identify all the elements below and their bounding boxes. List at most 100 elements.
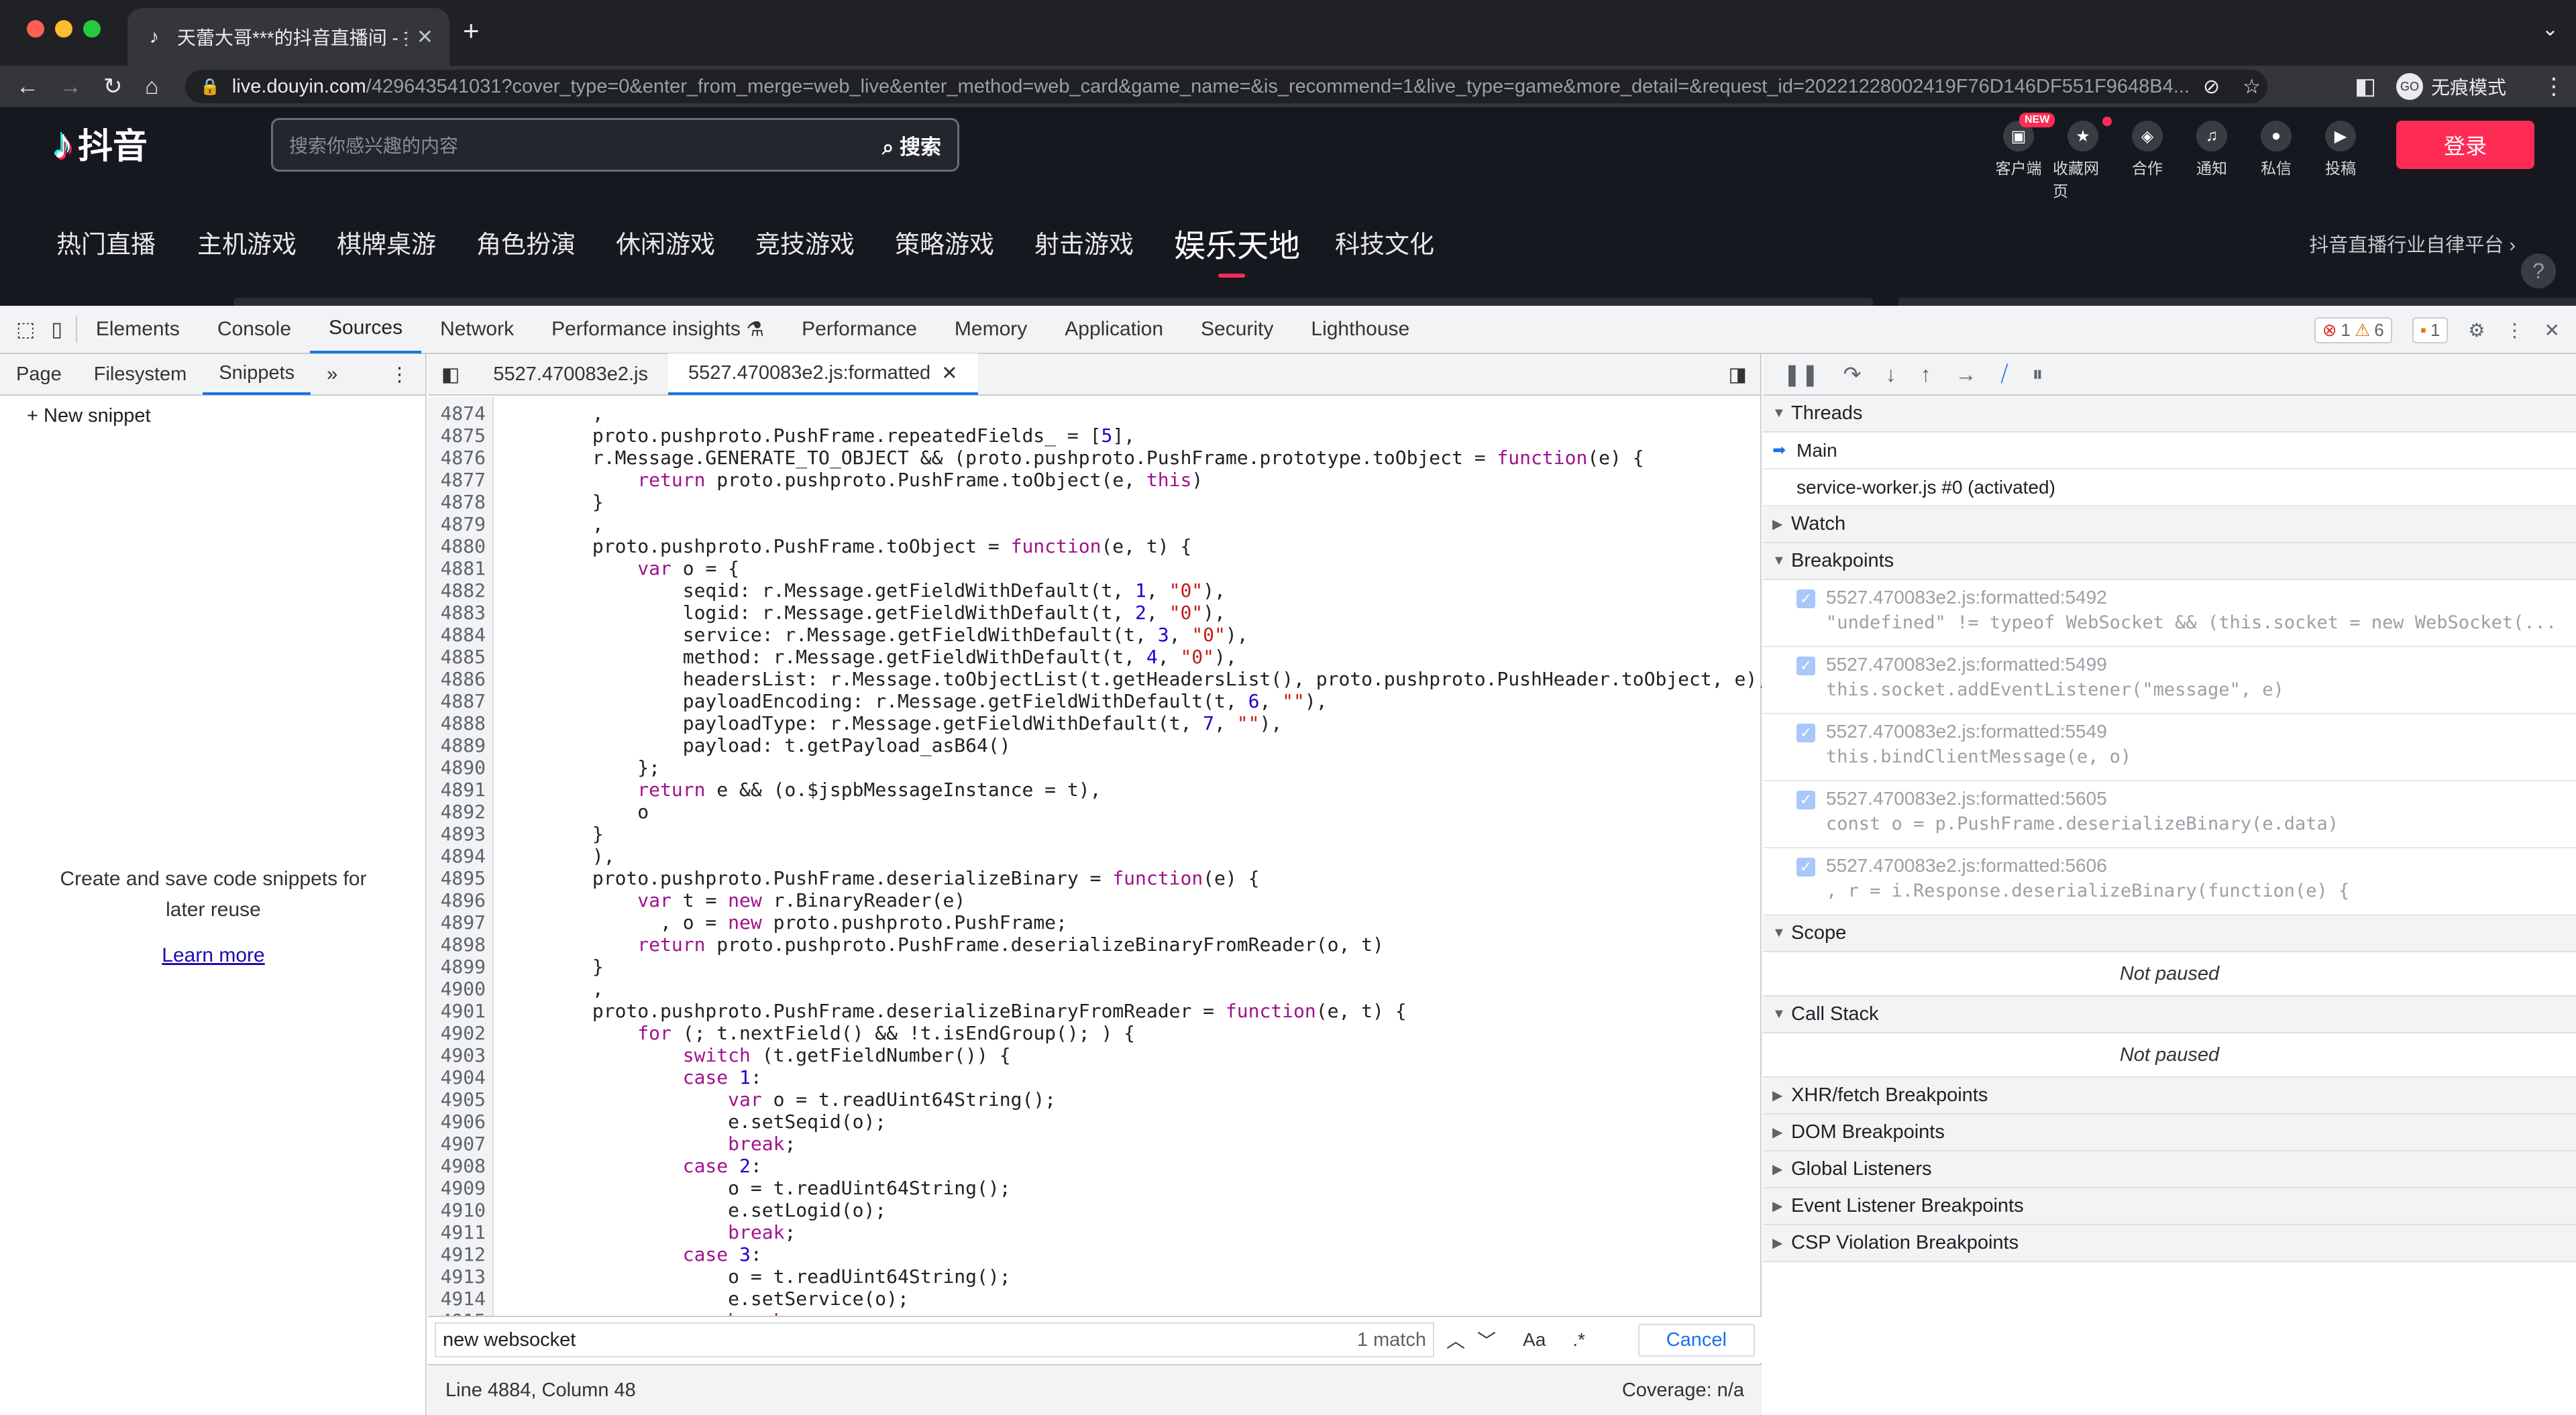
line-number-gutter[interactable]: 4874 4875 4876 4877 4878 4879 4880 4881 4882 4883…	[428, 397, 494, 1316]
browser-menu-icon[interactable]: ⋮	[2542, 72, 2565, 101]
tab-performance-insights[interactable]: Performance insights ⚗	[533, 305, 783, 353]
issues-counter[interactable]: ▪ 1	[2412, 317, 2449, 343]
code-line[interactable]: payloadEncoding: r.Message.getFieldWithD…	[502, 690, 1762, 712]
csp-violation-breakpoints-section-header[interactable]: ▶ CSP Violation Breakpoints	[1763, 1225, 2576, 1262]
find-cancel-button[interactable]: Cancel	[1638, 1323, 1755, 1357]
line-number[interactable]: 4885	[428, 646, 492, 668]
tab-lighthouse[interactable]: Lighthouse	[1292, 305, 1428, 353]
client-download-button[interactable]: ▣ 客户端	[1988, 121, 2049, 178]
watch-section-header[interactable]: ▶ Watch	[1763, 506, 2576, 543]
breakpoint-checkbox[interactable]: ✓	[1796, 724, 1815, 742]
search-button[interactable]: ⌕ 搜索	[882, 130, 941, 160]
breakpoint-checkbox[interactable]: ✓	[1796, 589, 1815, 608]
line-number[interactable]: 4902	[428, 1022, 492, 1044]
line-number[interactable]: 4899	[428, 956, 492, 978]
line-number[interactable]: 4890	[428, 756, 492, 779]
editor-tab-formatted[interactable]: 5527.470083e2.js:formatted ✕	[668, 353, 978, 395]
category-tech-culture[interactable]: 科技文化	[1335, 224, 1434, 260]
close-tab-icon[interactable]: ✕	[417, 25, 433, 49]
line-number[interactable]: 4876	[428, 447, 492, 469]
error-warning-counter[interactable]: ⊗ 1 ⚠ 6	[2314, 317, 2392, 343]
pause-on-exceptions-icon[interactable]: ⏸	[2032, 361, 2043, 387]
code-line[interactable]: ,	[502, 402, 1762, 424]
line-number[interactable]: 4879	[428, 513, 492, 535]
category-rpg[interactable]: 角色扮演	[476, 224, 576, 260]
previous-match-chevron-up-icon[interactable]: ︿	[1446, 1326, 1465, 1353]
code-line[interactable]: o = t.readUint64String();	[502, 1265, 1762, 1288]
line-number[interactable]: 4898	[428, 933, 492, 956]
code-line[interactable]: proto.pushproto.PushFrame.repeatedFields…	[502, 424, 1762, 447]
tab-network[interactable]: Network	[421, 305, 533, 353]
nav-tab-snippets[interactable]: Snippets	[203, 353, 311, 395]
code-line[interactable]: var t = new r.BinaryReader(e)	[502, 889, 1762, 911]
category-hot-live[interactable]: 热门直播	[56, 224, 156, 260]
line-number[interactable]: 4889	[428, 734, 492, 756]
line-number[interactable]: 4894	[428, 845, 492, 867]
line-number[interactable]: 4910	[428, 1199, 492, 1221]
address-bar[interactable]: 🔒 live.douyin.com /429643541031?cover_ty…	[185, 70, 2267, 103]
line-number[interactable]: 4906	[428, 1111, 492, 1133]
line-number[interactable]: 4883	[428, 602, 492, 624]
login-button[interactable]: 登录	[2396, 121, 2534, 169]
line-number[interactable]: 4901	[428, 1000, 492, 1022]
inspect-element-icon[interactable]: ⬚	[0, 305, 44, 353]
code-line[interactable]: , o = new proto.pushproto.PushFrame;	[502, 911, 1762, 933]
line-number[interactable]: 4896	[428, 889, 492, 911]
code-line[interactable]: proto.pushproto.PushFrame.toObject = fun…	[502, 535, 1762, 557]
breakpoint-checkbox[interactable]: ✓	[1796, 858, 1815, 876]
tab-performance[interactable]: Performance	[783, 305, 936, 353]
code-line[interactable]: break;	[502, 1310, 1762, 1316]
category-shooter-games[interactable]: 射击游戏	[1034, 224, 1134, 260]
line-number[interactable]: 4882	[428, 579, 492, 602]
tab-security[interactable]: Security	[1182, 305, 1292, 353]
code-line[interactable]: case 1:	[502, 1066, 1762, 1088]
code-line[interactable]: e.setService(o);	[502, 1288, 1762, 1310]
code-line[interactable]: }	[502, 956, 1762, 978]
next-match-chevron-down-icon[interactable]: ﹀	[1477, 1326, 1496, 1353]
find-input[interactable]: new websocket 1 match	[435, 1322, 1434, 1357]
code-line[interactable]: return proto.pushproto.PushFrame.deseria…	[502, 933, 1762, 956]
code-line[interactable]: o	[502, 801, 1762, 823]
tab-sources[interactable]: Sources	[310, 305, 422, 353]
device-toolbar-icon[interactable]: ▯	[44, 316, 77, 343]
line-number[interactable]: 4908	[428, 1155, 492, 1177]
line-number[interactable]: 4911	[428, 1221, 492, 1243]
thread-main[interactable]: ➡ Main	[1763, 433, 2576, 469]
step-over-icon[interactable]: ↷	[1843, 361, 1862, 387]
step-out-icon[interactable]: ↑	[1920, 362, 1931, 387]
code-line[interactable]: case 3:	[502, 1243, 1762, 1265]
eye-off-icon[interactable]: ⊘	[2203, 75, 2220, 99]
breakpoint-item[interactable]: ✓ 5527.470083e2.js:formatted:5606 , r = i.…	[1763, 848, 2576, 915]
xhr-breakpoints-section-header[interactable]: ▶ XHR/fetch Breakpoints	[1763, 1078, 2576, 1115]
line-number[interactable]: 4907	[428, 1133, 492, 1155]
line-number[interactable]: 4904	[428, 1066, 492, 1088]
code-line[interactable]: proto.pushproto.PushFrame.deserializeBin…	[502, 867, 1762, 889]
pause-icon[interactable]: ❚❚	[1783, 361, 1819, 387]
scope-section-header[interactable]: ▼ Scope	[1763, 915, 2576, 952]
line-number[interactable]: 4874	[428, 402, 492, 424]
upload-button[interactable]: ▶ 投稿	[2310, 121, 2371, 178]
home-icon[interactable]: ⌂	[145, 72, 159, 101]
regex-button[interactable]: .*	[1572, 1329, 1585, 1351]
breakpoint-item[interactable]: ✓ 5527.470083e2.js:formatted:5499 this.soc…	[1763, 647, 2576, 714]
incognito-indicator[interactable]: GO 无痕模式	[2396, 70, 2506, 103]
code-line[interactable]: switch (t.getFieldNumber()) {	[502, 1044, 1762, 1066]
step-into-icon[interactable]: ↓	[1885, 362, 1896, 387]
code-line[interactable]: break;	[502, 1133, 1762, 1155]
bookmark-page-button[interactable]: ★ 收藏网页	[2053, 121, 2113, 201]
code-line[interactable]: method: r.Message.getFieldWithDefault(t,…	[502, 646, 1762, 668]
event-listener-breakpoints-section-header[interactable]: ▶ Event Listener Breakpoints	[1763, 1188, 2576, 1225]
line-number[interactable]: 4888	[428, 712, 492, 734]
dom-breakpoints-section-header[interactable]: ▶ DOM Breakpoints	[1763, 1115, 2576, 1151]
self-discipline-link[interactable]: 抖音直播行业自律平台 ›	[2309, 229, 2516, 258]
line-number[interactable]: 4900	[428, 978, 492, 1000]
learn-more-link[interactable]: Learn more	[0, 944, 427, 967]
breakpoint-checkbox[interactable]: ✓	[1796, 657, 1815, 675]
code-line[interactable]: e.setSeqid(o);	[502, 1111, 1762, 1133]
line-number[interactable]: 4884	[428, 624, 492, 646]
code-lines[interactable]: , proto.pushproto.PushFrame.repeatedFiel…	[502, 402, 1762, 1316]
category-board-games[interactable]: 棋牌桌游	[337, 224, 436, 260]
code-line[interactable]: e.setLogid(o);	[502, 1199, 1762, 1221]
tab-search-chevron-icon[interactable]: ⌄	[2542, 17, 2559, 41]
code-line[interactable]: var o = t.readUint64String();	[502, 1088, 1762, 1111]
